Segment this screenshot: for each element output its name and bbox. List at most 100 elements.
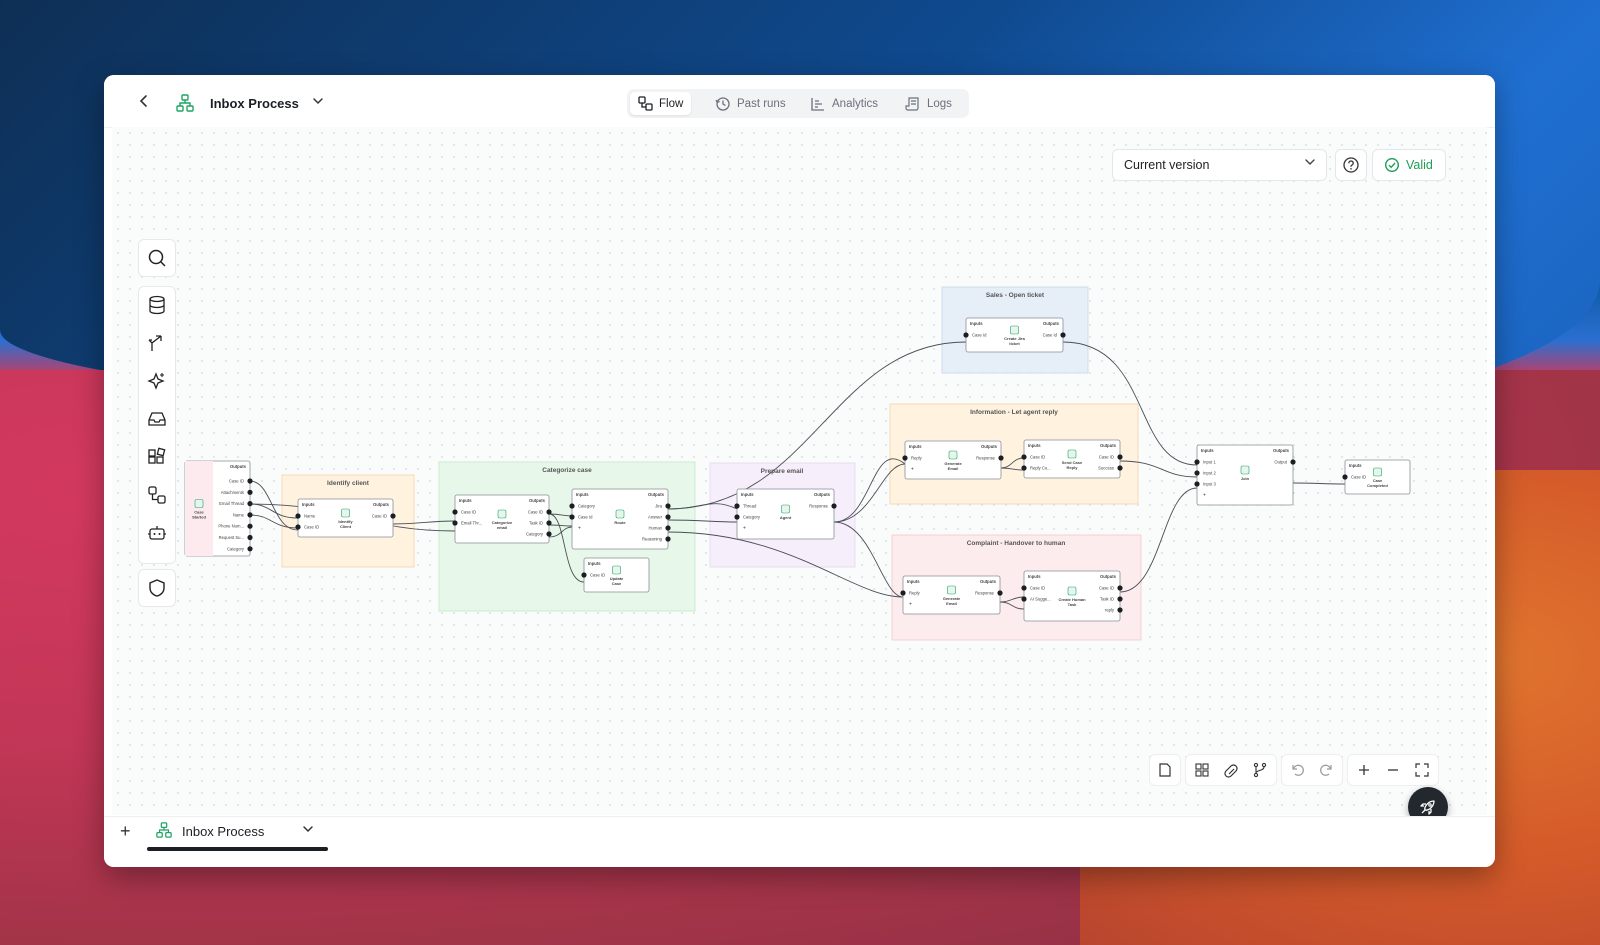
output-port[interactable] — [1060, 332, 1066, 338]
output-port[interactable] — [390, 513, 396, 519]
output-port[interactable] — [247, 534, 253, 541]
node-update-case[interactable]: InputsUpdateCaseCase ID — [581, 557, 650, 593]
branch-icon[interactable] — [1252, 762, 1268, 778]
flow-canvas[interactable]: Current version Valid Identify client Ca… — [112, 127, 1487, 827]
node-icon — [1240, 465, 1250, 475]
node-text: Input 1 — [1203, 460, 1216, 465]
node-case-started[interactable]: OutputsCaseStartedCase IDAttachmentsEmai… — [184, 460, 253, 557]
output-port[interactable] — [998, 455, 1004, 461]
node-case-completed[interactable]: InputsCaseCompletedCase ID — [1342, 459, 1411, 495]
tab-flow[interactable]: Flow — [630, 92, 692, 115]
footer-tabbar: + Inbox Process — [104, 816, 1495, 867]
add-tab-icon[interactable]: + — [120, 821, 131, 842]
output-port[interactable] — [247, 489, 253, 495]
input-port[interactable] — [581, 572, 587, 578]
input-port[interactable] — [963, 332, 969, 338]
output-port[interactable] — [1117, 596, 1123, 602]
input-port[interactable] — [734, 503, 740, 509]
tab-analytics[interactable]: Analytics — [810, 92, 878, 115]
output-port[interactable] — [831, 503, 837, 509]
redo-icon[interactable] — [1318, 762, 1334, 778]
output-port[interactable] — [665, 525, 671, 531]
node-text: Reply Co... — [1030, 466, 1051, 471]
note-icon[interactable] — [1157, 762, 1173, 778]
node-categorize-email[interactable]: Inputs OutputsCategorizeemailCase IDEmail… — [452, 494, 552, 544]
node-text: Case ID — [1099, 586, 1114, 591]
grid-layout-icon[interactable] — [1194, 762, 1210, 778]
back-chevron-icon[interactable] — [136, 93, 152, 109]
node-icon — [615, 509, 625, 519]
node-generate-email-1[interactable]: Inputs OutputsGenerateEmailReply+Response — [902, 440, 1004, 480]
input-port[interactable] — [902, 455, 908, 461]
input-port[interactable] — [452, 509, 458, 515]
input-port[interactable] — [295, 524, 301, 530]
node-identify-client[interactable]: Inputs OutputsIdentifyClientNameCase IDCa… — [295, 498, 396, 538]
output-port[interactable] — [1117, 607, 1123, 613]
outputs-label: Outputs — [980, 579, 997, 584]
output-port[interactable] — [546, 509, 552, 515]
chevron-down-icon[interactable] — [312, 95, 324, 110]
node-agent[interactable]: Inputs Outputs Agent Thread Category + Respons… — [734, 488, 837, 540]
node-title: ticket — [1009, 341, 1020, 346]
input-port[interactable] — [452, 520, 458, 526]
node-title: Client — [340, 524, 352, 529]
tab-past-runs[interactable]: Past runs — [715, 92, 786, 115]
workflow-icon — [156, 822, 172, 843]
view-tabs: Flow Past runs Analytics Logs — [627, 89, 969, 118]
output-port[interactable] — [665, 514, 671, 520]
node-icon — [947, 585, 956, 595]
node-route[interactable]: Inputs Outputs Route Category Case Id + Jira An… — [569, 488, 671, 550]
input-port[interactable] — [569, 503, 575, 509]
group-information-title: Information - Let agent reply — [970, 409, 1058, 416]
input-port[interactable] — [1194, 470, 1200, 476]
node-create-jira[interactable]: Inputs OutputsCreate JiraticketCase Id Cas… — [963, 317, 1066, 353]
input-port[interactable] — [569, 514, 575, 520]
output-port[interactable] — [546, 531, 552, 537]
input-port[interactable] — [900, 590, 906, 596]
fit-view-icon[interactable] — [1414, 762, 1430, 778]
output-port[interactable] — [1117, 465, 1123, 471]
zoom-out-icon[interactable] — [1385, 762, 1401, 778]
chevron-down-icon[interactable] — [302, 823, 314, 838]
output-port[interactable] — [665, 536, 671, 542]
output-port[interactable] — [247, 523, 253, 529]
output-port[interactable] — [997, 590, 1003, 596]
output-port[interactable] — [546, 520, 552, 526]
tab-logs[interactable]: Logs — [905, 92, 952, 115]
input-port[interactable] — [1194, 459, 1200, 465]
process-title[interactable]: Inbox Process — [210, 96, 299, 111]
output-port[interactable] — [247, 478, 253, 484]
node-title: Join — [1241, 476, 1250, 481]
input-port[interactable] — [1342, 474, 1348, 480]
node-text: Answer — [648, 515, 663, 520]
output-port[interactable] — [247, 501, 253, 507]
input-port[interactable] — [1021, 454, 1027, 460]
inputs-label: Inputs — [1201, 448, 1214, 453]
outputs-label: Outputs — [230, 464, 247, 469]
output-port[interactable] — [1117, 454, 1123, 460]
input-port[interactable] — [1194, 481, 1200, 487]
input-port[interactable] — [295, 513, 301, 519]
output-port[interactable] — [665, 503, 671, 509]
node-join[interactable]: Inputs Outputs Join Input 1 Input 2 Input 3 + O… — [1194, 444, 1296, 506]
input-port[interactable] — [1021, 596, 1027, 602]
node-text: Response — [975, 591, 995, 596]
node-generate-email-2[interactable]: Inputs OutputsGenerateEmailReply+Response — [900, 575, 1003, 615]
output-port[interactable] — [1117, 585, 1123, 591]
output-port[interactable] — [247, 512, 253, 518]
input-port[interactable] — [734, 514, 740, 520]
node-create-human-task[interactable]: Inputs OutputsCreate HumanTaskCase IDAI S… — [1021, 570, 1123, 622]
undo-icon[interactable] — [1290, 762, 1306, 778]
magnet-icon[interactable] — [1223, 762, 1239, 778]
output-port[interactable] — [1290, 459, 1296, 465]
footer-tab-title[interactable]: Inbox Process — [182, 824, 264, 839]
node-text: AI Sugge... — [1030, 597, 1051, 602]
node-send-case-reply[interactable]: Inputs OutputsSend CaseReplyCase IDReply … — [1021, 439, 1123, 479]
input-port[interactable] — [1021, 585, 1027, 591]
zoom-in-icon[interactable] — [1356, 762, 1372, 778]
inputs-label: Inputs — [741, 492, 754, 497]
outputs-label: Outputs — [1100, 574, 1117, 579]
input-port[interactable] — [1021, 465, 1027, 471]
header-bar: Inbox Process Flow Past runs Analytics L… — [104, 75, 1495, 128]
output-port[interactable] — [247, 546, 253, 552]
